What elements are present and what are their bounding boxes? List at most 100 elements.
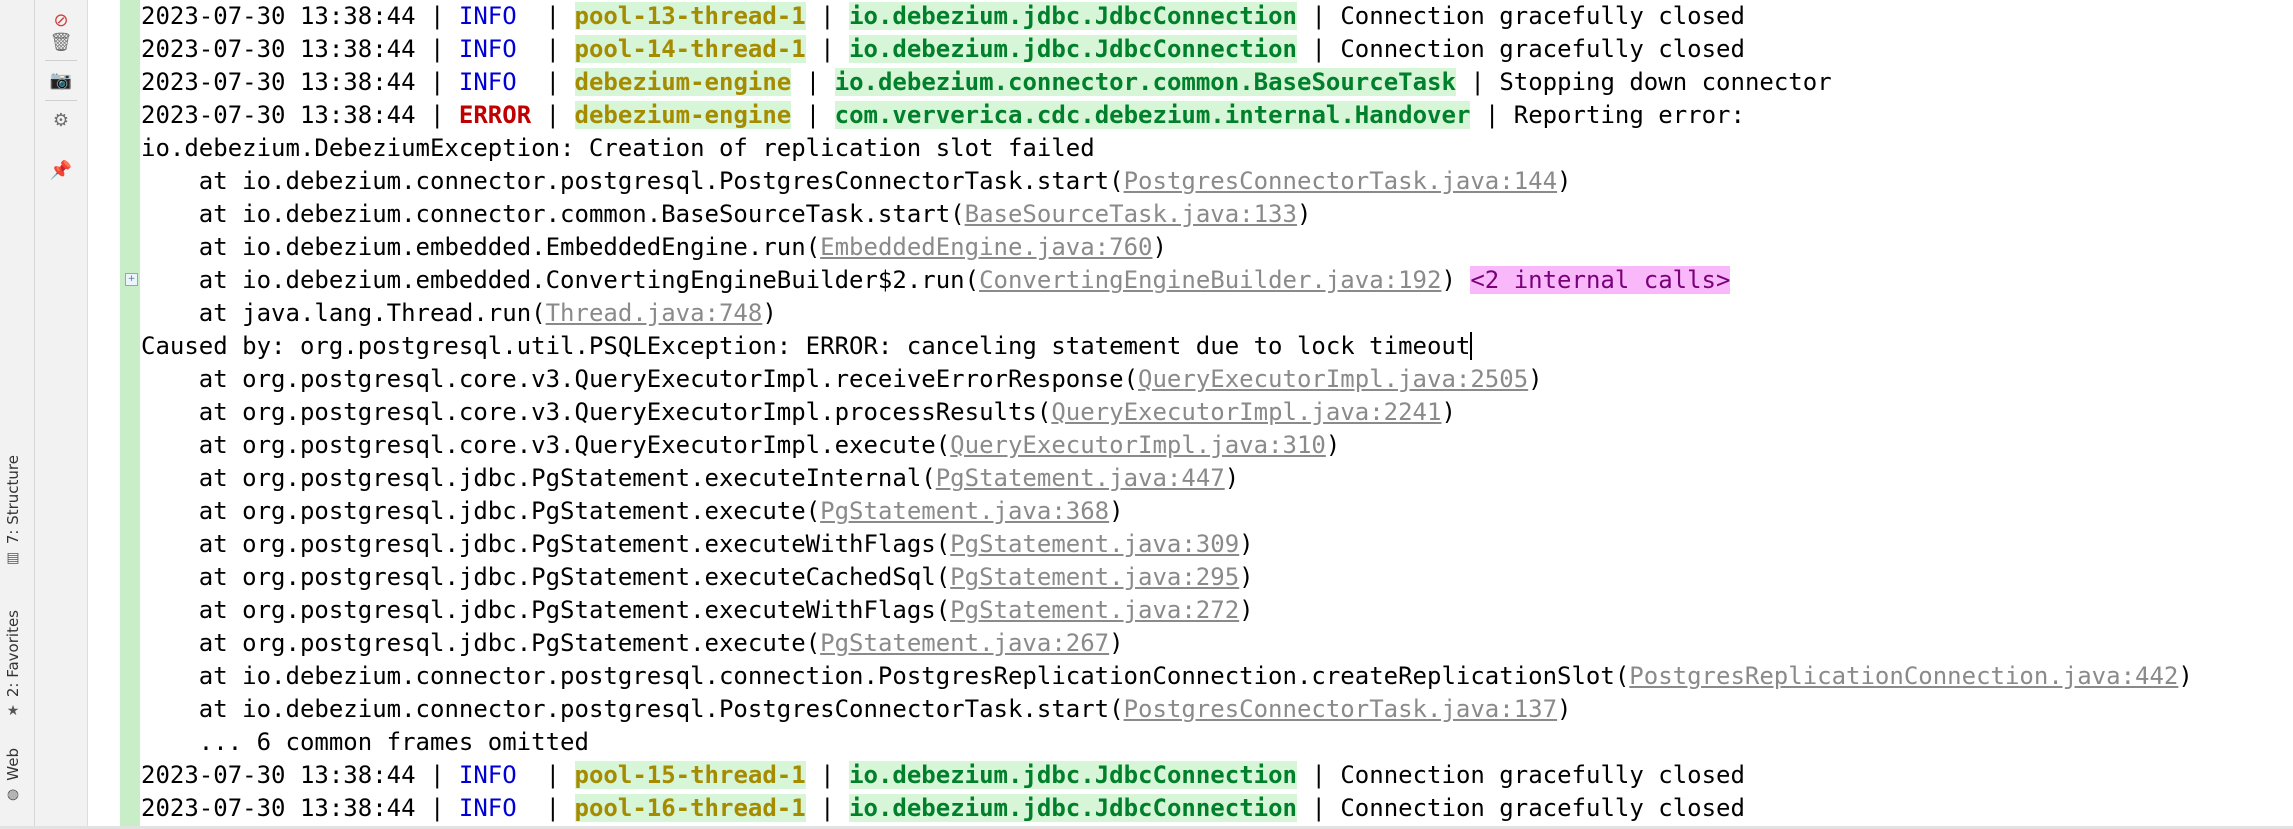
source-link[interactable]: PostgresReplicationConnection.java:442 <box>1629 662 2178 690</box>
stack-frame: at io.debezium.connector.common.BaseSour… <box>141 200 1312 228</box>
exception-line: io.debezium.DebeziumException: Creation … <box>141 134 1095 162</box>
source-link[interactable]: PgStatement.java:368 <box>820 497 1109 525</box>
stack-frame: at org.postgresql.jdbc.PgStatement.execu… <box>141 497 1124 525</box>
log-level: INFO <box>458 68 532 96</box>
source-link[interactable]: PgStatement.java:309 <box>950 530 1239 558</box>
source-link[interactable]: ConvertingEngineBuilder.java:192 <box>979 266 1441 294</box>
camera-icon[interactable]: 📷 <box>49 68 73 92</box>
console-output[interactable]: 2023-07-30 13:38:44 | INFO | pool-13-thr… <box>141 0 2293 829</box>
favorites-tab[interactable]: ★ 2: Favorites <box>4 610 22 719</box>
stack-frame: at io.debezium.embedded.ConvertingEngine… <box>141 266 1731 294</box>
log-message: Stopping down connector <box>1499 68 1832 96</box>
log-thread: pool-15-thread-1 <box>574 761 806 789</box>
log-message: Connection gracefully closed <box>1340 2 1745 30</box>
log-line: 2023-07-30 13:38:44 | INFO | debezium-en… <box>141 68 1832 96</box>
structure-icon: ▤ <box>5 550 21 567</box>
log-timestamp: 2023-07-30 13:38:44 <box>141 2 416 30</box>
log-line: 2023-07-30 13:38:44 | INFO | pool-15-thr… <box>141 761 1745 789</box>
stack-frame: at org.postgresql.jdbc.PgStatement.execu… <box>141 629 1124 657</box>
stack-method: io.debezium.connector.common.BaseSourceT… <box>242 200 951 228</box>
console-gutter-highlight <box>120 0 140 829</box>
structure-tab-label: 7: Structure <box>4 455 22 545</box>
source-link[interactable]: Thread.java:748 <box>546 299 763 327</box>
source-link[interactable]: EmbeddedEngine.java:760 <box>820 233 1152 261</box>
stack-method: io.debezium.connector.postgresql.Postgre… <box>242 695 1110 723</box>
log-message: Connection gracefully closed <box>1340 794 1745 822</box>
log-line: 2023-07-30 13:38:44 | INFO | pool-14-thr… <box>141 35 1745 63</box>
source-link[interactable]: BaseSourceTask.java:133 <box>965 200 1297 228</box>
web-tab-label: Web <box>4 748 22 781</box>
stack-method: org.postgresql.jdbc.PgStatement.executeI… <box>242 464 922 492</box>
structure-tab[interactable]: ▤ 7: Structure <box>4 455 22 566</box>
log-level: INFO <box>458 761 532 789</box>
stack-frame: at io.debezium.connector.postgresql.conn… <box>141 662 2193 690</box>
log-timestamp: 2023-07-30 13:38:44 <box>141 761 416 789</box>
stack-method: org.postgresql.core.v3.QueryExecutorImpl… <box>242 365 1124 393</box>
stack-frame: at java.lang.Thread.run(Thread.java:748) <box>141 299 777 327</box>
stack-method: io.debezium.embedded.EmbeddedEngine.run <box>242 233 806 261</box>
pin-icon[interactable]: 📌 <box>49 158 73 182</box>
stack-method: io.debezium.connector.postgresql.connect… <box>242 662 1615 690</box>
source-link[interactable]: PgStatement.java:267 <box>820 629 1109 657</box>
log-level: INFO <box>458 35 532 63</box>
stack-frame: at org.postgresql.jdbc.PgStatement.execu… <box>141 563 1254 591</box>
stack-frame: at io.debezium.embedded.EmbeddedEngine.r… <box>141 233 1167 261</box>
log-logger: com.ververica.cdc.debezium.internal.Hand… <box>834 101 1471 129</box>
favorites-tab-label: 2: Favorites <box>4 610 22 698</box>
toolbar-separator <box>45 60 77 61</box>
log-level: INFO <box>458 2 532 30</box>
log-logger: io.debezium.jdbc.JdbcConnection <box>849 2 1297 30</box>
log-thread: pool-16-thread-1 <box>574 794 806 822</box>
trash-icon[interactable]: 🗑 <box>49 30 73 54</box>
source-link[interactable]: PgStatement.java:272 <box>950 596 1239 624</box>
stack-method: io.debezium.connector.postgresql.Postgre… <box>242 167 1110 195</box>
internal-calls-toggle[interactable]: <2 internal calls> <box>1470 266 1731 294</box>
console-toolbar: ⊘ 🗑 📷 ⚙ 📌 <box>35 0 88 829</box>
settings-icon[interactable]: ⚙ <box>49 108 73 132</box>
stack-frame: at io.debezium.connector.postgresql.Post… <box>141 167 1572 195</box>
stack-frame: at org.postgresql.core.v3.QueryExecutorI… <box>141 398 1456 426</box>
left-tool-window-strip: ▤ 7: Structure ★ 2: Favorites ◍ Web <box>0 0 35 829</box>
stack-frame: at org.postgresql.core.v3.QueryExecutorI… <box>141 431 1341 459</box>
caused-by-text: Caused by: org.postgresql.util.PSQLExcep… <box>141 332 1473 360</box>
log-message: Connection gracefully closed <box>1340 35 1745 63</box>
globe-icon: ◍ <box>5 786 21 803</box>
fold-expand-icon[interactable]: + <box>125 273 138 286</box>
log-line: 2023-07-30 13:38:44 | ERROR | debezium-e… <box>141 101 1745 129</box>
log-logger: io.debezium.jdbc.JdbcConnection <box>849 761 1297 789</box>
stack-frame: at io.debezium.connector.postgresql.Post… <box>141 695 1572 723</box>
stack-method: org.postgresql.jdbc.PgStatement.executeW… <box>242 530 936 558</box>
log-logger: io.debezium.jdbc.JdbcConnection <box>849 794 1297 822</box>
log-thread: debezium-engine <box>574 68 792 96</box>
log-level: ERROR <box>458 101 532 129</box>
source-link[interactable]: QueryExecutorImpl.java:310 <box>950 431 1326 459</box>
stack-method: org.postgresql.core.v3.QueryExecutorImpl… <box>242 431 936 459</box>
source-link[interactable]: PostgresConnectorTask.java:144 <box>1124 167 1557 195</box>
source-link[interactable]: PostgresConnectorTask.java:137 <box>1124 695 1557 723</box>
log-logger: io.debezium.connector.common.BaseSourceT… <box>834 68 1456 96</box>
stack-method: org.postgresql.core.v3.QueryExecutorImpl… <box>242 398 1037 426</box>
editor-gutter <box>88 0 120 829</box>
stack-frame: at org.postgresql.jdbc.PgStatement.execu… <box>141 464 1240 492</box>
stack-method: io.debezium.embedded.ConvertingEngineBui… <box>242 266 965 294</box>
log-timestamp: 2023-07-30 13:38:44 <box>141 68 416 96</box>
stack-method: org.postgresql.jdbc.PgStatement.executeC… <box>242 563 936 591</box>
stack-method: org.postgresql.jdbc.PgStatement.executeW… <box>242 596 936 624</box>
toolbar-separator <box>45 100 77 101</box>
log-timestamp: 2023-07-30 13:38:44 <box>141 101 416 129</box>
stack-frame: at org.postgresql.jdbc.PgStatement.execu… <box>141 596 1254 624</box>
source-link[interactable]: PgStatement.java:447 <box>936 464 1225 492</box>
source-link[interactable]: QueryExecutorImpl.java:2505 <box>1138 365 1528 393</box>
source-link[interactable]: PgStatement.java:295 <box>950 563 1239 591</box>
web-tab[interactable]: ◍ Web <box>4 748 22 803</box>
log-message: Reporting error: <box>1513 101 1745 129</box>
log-level: INFO <box>458 794 532 822</box>
log-thread: pool-13-thread-1 <box>574 2 806 30</box>
log-message: Connection gracefully closed <box>1340 761 1745 789</box>
soft-wrap-off-icon[interactable]: ⊘ <box>49 8 73 32</box>
log-timestamp: 2023-07-30 13:38:44 <box>141 794 416 822</box>
stack-method: org.postgresql.jdbc.PgStatement.execute <box>242 497 806 525</box>
source-link[interactable]: QueryExecutorImpl.java:2241 <box>1051 398 1441 426</box>
log-line: 2023-07-30 13:38:44 | INFO | pool-16-thr… <box>141 794 1745 822</box>
log-thread: debezium-engine <box>574 101 792 129</box>
